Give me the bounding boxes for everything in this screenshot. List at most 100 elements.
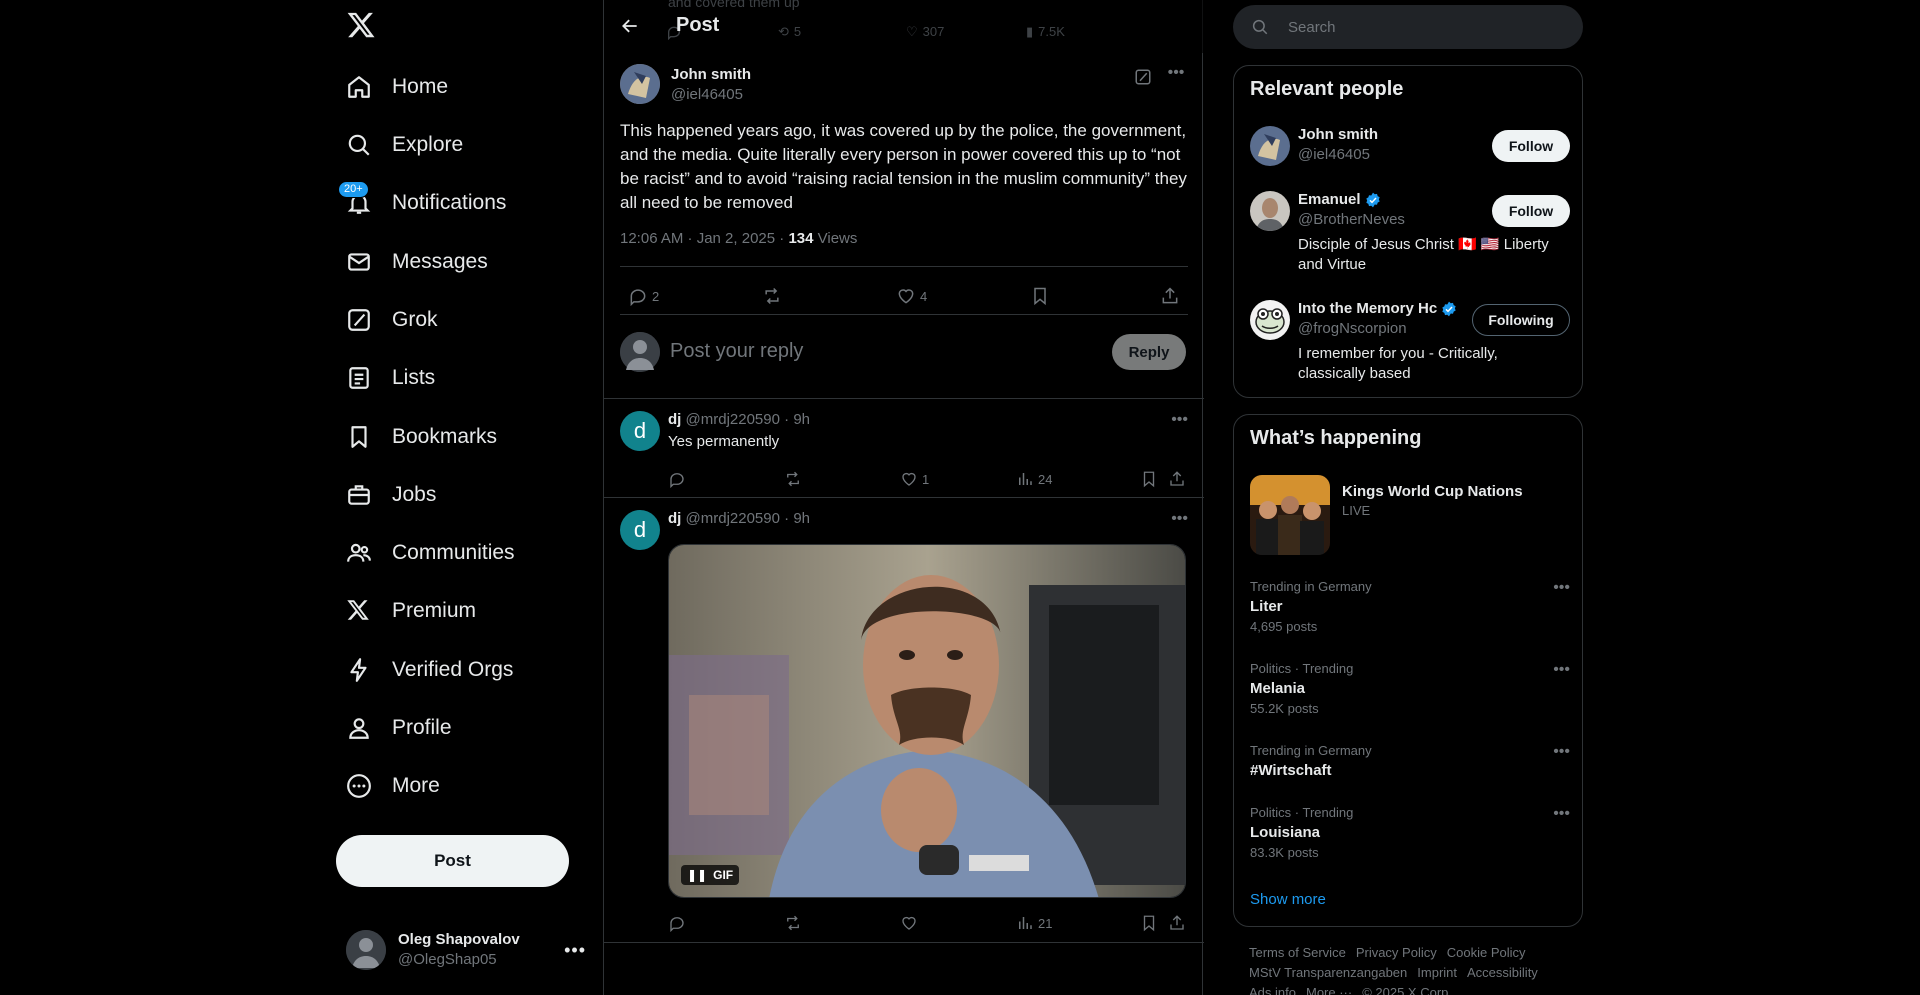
more-dots-icon[interactable]: ••• <box>1553 743 1570 761</box>
author-handle[interactable]: @iel46405 <box>671 86 743 103</box>
views-icon <box>1019 473 1032 485</box>
retweet-icon <box>787 915 799 931</box>
share-button[interactable] <box>1168 911 1190 935</box>
reply-author-handle[interactable]: @mrdj220590 <box>686 411 780 428</box>
gif-media[interactable]: ❚❚ GIF <box>668 544 1186 898</box>
tweet-action-bar: 2 4 <box>620 278 1188 314</box>
footer-link[interactable]: Privacy Policy <box>1356 945 1437 960</box>
heart-icon <box>902 472 916 486</box>
views-button[interactable]: 24 <box>1016 467 1052 491</box>
reply-button[interactable]: Reply <box>1112 334 1186 370</box>
bookmark-button[interactable] <box>1140 467 1162 491</box>
featured-event[interactable]: Kings World Cup Nations LIVE <box>1250 475 1570 555</box>
reply-item[interactable]: d dj @mrdj220590 · 9h ••• ❚❚ GIF 21 <box>604 497 1204 943</box>
avatar[interactable] <box>620 64 660 104</box>
avatar[interactable] <box>1250 191 1290 231</box>
more-dots-icon[interactable]: ••• <box>1171 510 1188 528</box>
avatar[interactable]: d <box>620 411 660 451</box>
footer-link[interactable]: Imprint <box>1417 965 1457 980</box>
nav-lists[interactable]: Lists <box>346 354 435 402</box>
avatar[interactable]: d <box>620 510 660 550</box>
reply-author-name[interactable]: dj <box>668 411 681 428</box>
trend-item[interactable]: Politics · Trending Melania 55.2K posts … <box>1250 661 1570 716</box>
author-name[interactable]: John smith <box>671 66 751 83</box>
reply-author-handle[interactable]: @mrdj220590 <box>686 510 780 527</box>
more-dots-icon[interactable]: ••• <box>1171 411 1188 429</box>
views-button[interactable]: 21 <box>1016 911 1052 935</box>
gif-badge[interactable]: ❚❚ GIF <box>681 865 740 885</box>
nav-communities[interactable]: Communities <box>346 529 515 577</box>
nav-explore[interactable]: Explore <box>346 121 463 169</box>
reply-input[interactable]: Post your reply <box>670 340 803 363</box>
person-item[interactable]: Emanuel @BrotherNeves Disciple of Jesus … <box>1250 191 1570 281</box>
nav-home[interactable]: Home <box>346 63 448 111</box>
x-logo-icon[interactable] <box>346 10 380 44</box>
trend-item[interactable]: Politics · Trending Louisiana 83.3K post… <box>1250 805 1570 860</box>
trend-item[interactable]: Trending in Germany #Wirtschaft ••• <box>1250 743 1570 779</box>
search-bar[interactable] <box>1233 5 1583 49</box>
reply-button[interactable] <box>668 911 690 935</box>
post-button[interactable]: Post <box>336 835 569 887</box>
notification-badge: 20+ <box>338 181 369 198</box>
account-switcher[interactable]: Oleg Shapovalov @OlegShap05 ••• <box>346 924 586 976</box>
retweet-button[interactable] <box>784 467 806 491</box>
nav-notifications[interactable]: 20+ Notifications <box>338 179 506 227</box>
nav-messages[interactable]: Messages <box>346 238 488 286</box>
footer-link[interactable]: MStV Transparenzangaben <box>1249 965 1407 980</box>
show-more-link[interactable]: Show more <box>1250 891 1326 908</box>
event-title: Kings World Cup Nations <box>1342 483 1523 500</box>
nav-grok[interactable]: Grok <box>346 296 438 344</box>
follow-button[interactable]: Follow <box>1492 130 1570 162</box>
share-button[interactable] <box>1168 467 1190 491</box>
nav-jobs[interactable]: Jobs <box>346 471 436 519</box>
trend-item[interactable]: Trending in Germany Liter 4,695 posts ••… <box>1250 579 1570 634</box>
reply-button[interactable] <box>668 467 690 491</box>
like-button[interactable] <box>900 911 922 935</box>
footer-link[interactable]: Cookie Policy <box>1447 945 1526 960</box>
grok-icon[interactable] <box>1134 68 1152 86</box>
more-dots-icon[interactable]: ••• <box>1164 64 1188 84</box>
footer-link[interactable]: Terms of Service <box>1249 945 1346 960</box>
reply-button[interactable]: 2 <box>628 278 659 314</box>
reply-item[interactable]: d dj @mrdj220590 · 9h ••• Yes permanentl… <box>604 398 1204 498</box>
back-arrow-icon[interactable] <box>620 16 640 36</box>
footer-link[interactable]: Accessibility <box>1467 965 1538 980</box>
tweet-timestamp[interactable]: 12:06 AM · Jan 2, 2025 · <box>620 230 788 247</box>
following-button[interactable]: Following <box>1472 304 1570 336</box>
heart-icon <box>902 916 916 930</box>
bookmark-button[interactable] <box>1030 278 1054 314</box>
lightning-icon <box>346 657 372 683</box>
more-dots-icon[interactable]: ••• <box>1553 579 1570 597</box>
nav-premium[interactable]: Premium <box>346 587 476 635</box>
retweet-button[interactable] <box>784 911 806 935</box>
avatar[interactable] <box>1250 300 1290 340</box>
retweet-button[interactable] <box>762 278 786 314</box>
reply-author-name[interactable]: dj <box>668 510 681 527</box>
footer-link[interactable]: More ··· <box>1306 985 1352 995</box>
person-handle: @frogNscorpion <box>1298 320 1407 337</box>
like-button[interactable]: 1 <box>900 467 929 491</box>
footer-link[interactable]: Ads info <box>1249 985 1296 995</box>
nav-verified-orgs[interactable]: Verified Orgs <box>346 646 513 694</box>
footer-links: Terms of Service Privacy Policy Cookie Pol… <box>1249 943 1579 995</box>
person-item[interactable]: Into the Memory Hc @frogNscorpion I reme… <box>1250 300 1570 390</box>
person-item[interactable]: John smith @iel46405 Follow <box>1250 126 1570 170</box>
reply-time[interactable]: 9h <box>793 510 810 527</box>
more-dots-icon[interactable]: ••• <box>564 940 586 961</box>
follow-button[interactable]: Follow <box>1492 195 1570 227</box>
bookmark-button[interactable] <box>1140 911 1162 935</box>
views-count: 24 <box>1038 471 1053 487</box>
tweet-author: John smith @iel46405 ••• <box>620 64 1188 108</box>
more-dots-icon[interactable]: ••• <box>1553 805 1570 823</box>
share-button[interactable] <box>1160 278 1184 314</box>
nav-bookmarks[interactable]: Bookmarks <box>346 413 497 461</box>
avatar[interactable] <box>1250 126 1290 166</box>
pause-icon[interactable]: ❚❚ <box>687 868 707 882</box>
nav-more[interactable]: More <box>346 762 440 810</box>
reply-time[interactable]: 9h <box>793 411 810 428</box>
nav-profile[interactable]: Profile <box>346 704 452 752</box>
search-input[interactable] <box>1288 5 1568 49</box>
person-handle: @iel46405 <box>1298 146 1370 163</box>
like-button[interactable]: 4 <box>896 278 927 314</box>
more-dots-icon[interactable]: ••• <box>1553 661 1570 679</box>
